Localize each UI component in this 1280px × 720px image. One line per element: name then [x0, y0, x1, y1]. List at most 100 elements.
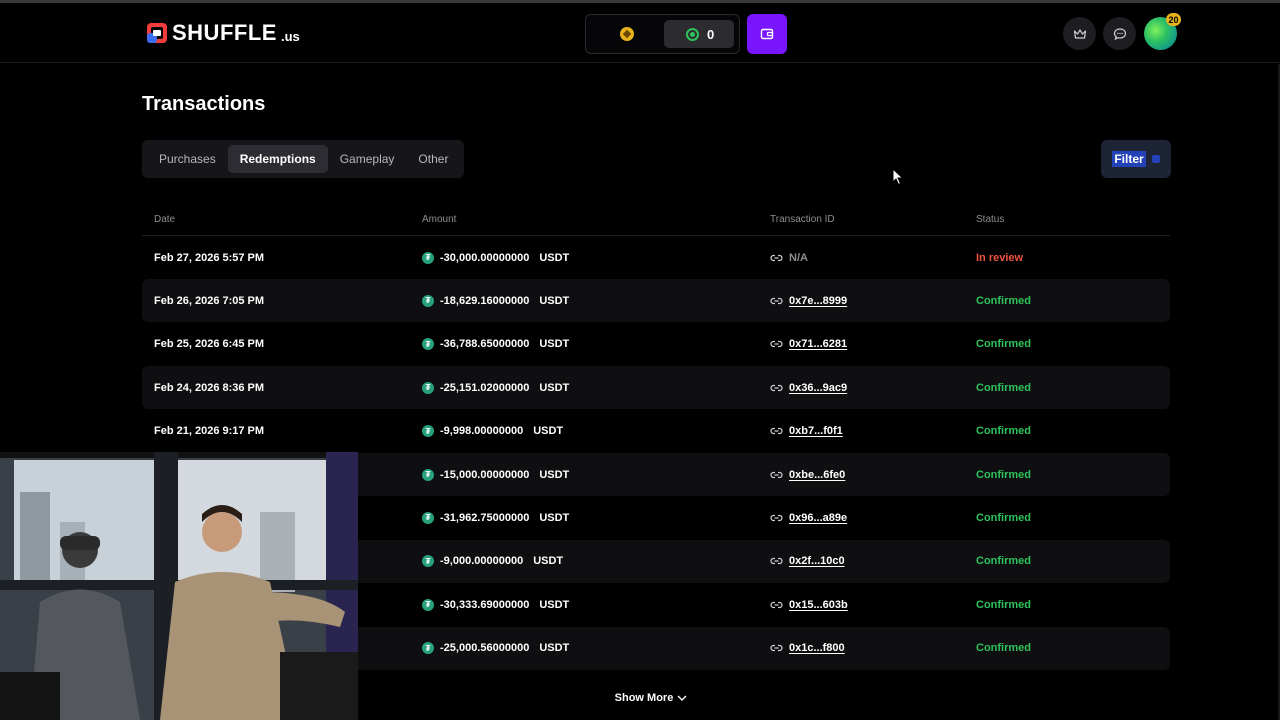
amount-currency: USDT	[539, 381, 570, 394]
amount-value: -9,998.00000000	[440, 425, 524, 438]
amount-value: -25,000.56000000	[440, 642, 530, 655]
transaction-id-value[interactable]: 0x36...9ac9	[789, 382, 847, 394]
filter-icon	[1151, 155, 1160, 163]
row-amount: ₮ -9,000.00000000 USDT	[422, 540, 563, 583]
amount-value: -36,788.65000000	[440, 338, 530, 351]
filter-button[interactable]: Filter	[1101, 140, 1171, 178]
row-amount: ₮ -30,000.00000000 USDT	[422, 236, 569, 279]
row-transaction-id[interactable]: 0xbe...6fe0	[770, 453, 845, 496]
row-amount: ₮ -31,962.75000000 USDT	[422, 496, 569, 539]
status-badge: Confirmed	[976, 555, 1031, 568]
amount-value: -31,962.75000000	[440, 511, 530, 524]
table-row[interactable]: Feb 26, 2026 7:05 PM ₮ -18,629.16000000 USD…	[142, 279, 1170, 323]
tether-icon: ₮	[422, 338, 434, 351]
crown-icon	[1073, 28, 1086, 39]
chat-button[interactable]	[1103, 17, 1136, 50]
row-transaction-id[interactable]: 0x7e...8999	[770, 279, 847, 322]
amount-value: -30,333.69000000	[440, 598, 530, 611]
link-icon	[770, 558, 783, 565]
user-avatar[interactable]: 20	[1144, 13, 1181, 50]
link-icon	[770, 601, 783, 608]
selected-currency[interactable]: 0	[664, 20, 734, 48]
status-badge: Confirmed	[976, 425, 1031, 438]
show-more-label: Show More	[614, 692, 674, 704]
transaction-id-value[interactable]: 0xb7...f0f1	[789, 425, 843, 437]
amount-currency: USDT	[539, 468, 570, 481]
mouse-cursor-icon	[892, 168, 904, 186]
webcam-overlay	[0, 452, 358, 720]
vip-button[interactable]	[1063, 17, 1096, 50]
column-header-transaction-id: Transaction ID	[770, 214, 835, 225]
status-badge: In review	[976, 251, 1024, 264]
gold-coin-icon[interactable]	[620, 27, 634, 41]
column-header-date: Date	[154, 214, 176, 225]
row-transaction-id[interactable]: 0xb7...f0f1	[770, 410, 843, 453]
link-icon	[770, 427, 783, 435]
row-transaction-id[interactable]: 0x1c...f800	[770, 627, 845, 670]
amount-currency: USDT	[539, 511, 570, 524]
row-amount: ₮ -9,998.00000000 USDT	[422, 410, 563, 453]
row-amount: ₮ -25,000.56000000 USDT	[422, 627, 569, 670]
tab-redemptions[interactable]: Redemptions	[227, 145, 328, 173]
transaction-tabs: Purchases Redemptions Gameplay Other	[142, 140, 464, 178]
status-badge: Confirmed	[976, 381, 1031, 394]
logo-text: SHUFFLE	[172, 20, 277, 45]
amount-currency: USDT	[539, 251, 570, 264]
tab-other[interactable]: Other	[406, 145, 460, 173]
tether-icon: ₮	[422, 294, 434, 307]
tether-icon: ₮	[422, 468, 434, 481]
link-icon	[770, 341, 783, 348]
transaction-id-value[interactable]: 0x96...a89e	[789, 512, 847, 524]
table-row[interactable]: Feb 27, 2026 5:57 PM ₮ -30,000.00000000 USD…	[142, 236, 1170, 279]
row-date: Feb 25, 2026 6:45 PM	[154, 338, 265, 351]
table-row[interactable]: Feb 21, 2026 9:17 PM ₮ -9,998.00000000 USDT…	[142, 410, 1170, 453]
link-icon	[770, 514, 783, 521]
amount-value: -18,629.16000000	[440, 294, 530, 307]
row-amount: ₮ -25,151.02000000 USDT	[422, 366, 569, 409]
row-amount: ₮ -18,629.16000000 USDT	[422, 279, 569, 322]
row-date: Feb 21, 2026 9:17 PM	[154, 425, 265, 438]
tab-gameplay[interactable]: Gameplay	[328, 145, 407, 173]
column-header-amount: Amount	[422, 214, 457, 225]
tether-icon: ₮	[422, 555, 434, 568]
row-date: Feb 24, 2026 8:36 PM	[154, 381, 265, 394]
row-transaction-id[interactable]: 0x96...a89e	[770, 496, 847, 539]
amount-currency: USDT	[539, 642, 570, 655]
tether-icon: ₮	[422, 598, 434, 611]
table-row[interactable]: Feb 25, 2026 6:45 PM ₮ -36,788.65000000 USD…	[142, 323, 1170, 366]
balance-value: 0	[707, 26, 715, 42]
page-title: Transactions	[142, 93, 266, 115]
amount-currency: USDT	[539, 294, 570, 307]
link-icon	[770, 384, 783, 391]
tether-icon: ₮	[422, 642, 434, 655]
filter-label: Filter	[1112, 151, 1146, 167]
link-icon	[770, 254, 783, 261]
transaction-id-value: N/A	[789, 251, 808, 264]
table-row[interactable]: Feb 24, 2026 8:36 PM ₮ -25,151.02000000 USD…	[142, 366, 1170, 410]
row-date: Feb 26, 2026 7:05 PM	[154, 294, 265, 307]
site-logo[interactable]: SHUFFLE .us	[146, 20, 300, 46]
transaction-id-value[interactable]: 0xbe...6fe0	[789, 469, 845, 481]
link-icon	[770, 644, 783, 652]
shuffle-logo-icon	[147, 23, 167, 43]
row-transaction-id[interactable]: 0x71...6281	[770, 323, 847, 366]
transaction-id-value[interactable]: 0x2f...10c0	[789, 555, 845, 567]
transaction-id-value[interactable]: 0x7e...8999	[789, 295, 847, 307]
row-transaction-id[interactable]: 0x36...9ac9	[770, 366, 847, 409]
top-navbar: SHUFFLE .us 0 20	[0, 3, 1280, 63]
row-transaction-id[interactable]: 0x15...603b	[770, 583, 848, 626]
wallet-button[interactable]	[747, 14, 787, 54]
tether-icon: ₮	[422, 381, 434, 394]
transaction-id-value[interactable]: 0x15...603b	[789, 599, 848, 611]
green-coin-icon	[686, 27, 699, 41]
chevron-down-icon	[677, 695, 687, 701]
row-transaction-id[interactable]: 0x2f...10c0	[770, 540, 845, 583]
row-amount: ₮ -30,333.69000000 USDT	[422, 583, 569, 626]
transaction-id-value[interactable]: 0x71...6281	[789, 338, 847, 350]
row-amount: ₮ -36,788.65000000 USDT	[422, 323, 569, 366]
transaction-id-value[interactable]: 0x1c...f800	[789, 642, 845, 654]
tab-purchases[interactable]: Purchases	[147, 145, 228, 173]
amount-currency: USDT	[533, 425, 564, 438]
chat-icon	[1113, 27, 1126, 40]
wallet-icon	[760, 28, 774, 40]
